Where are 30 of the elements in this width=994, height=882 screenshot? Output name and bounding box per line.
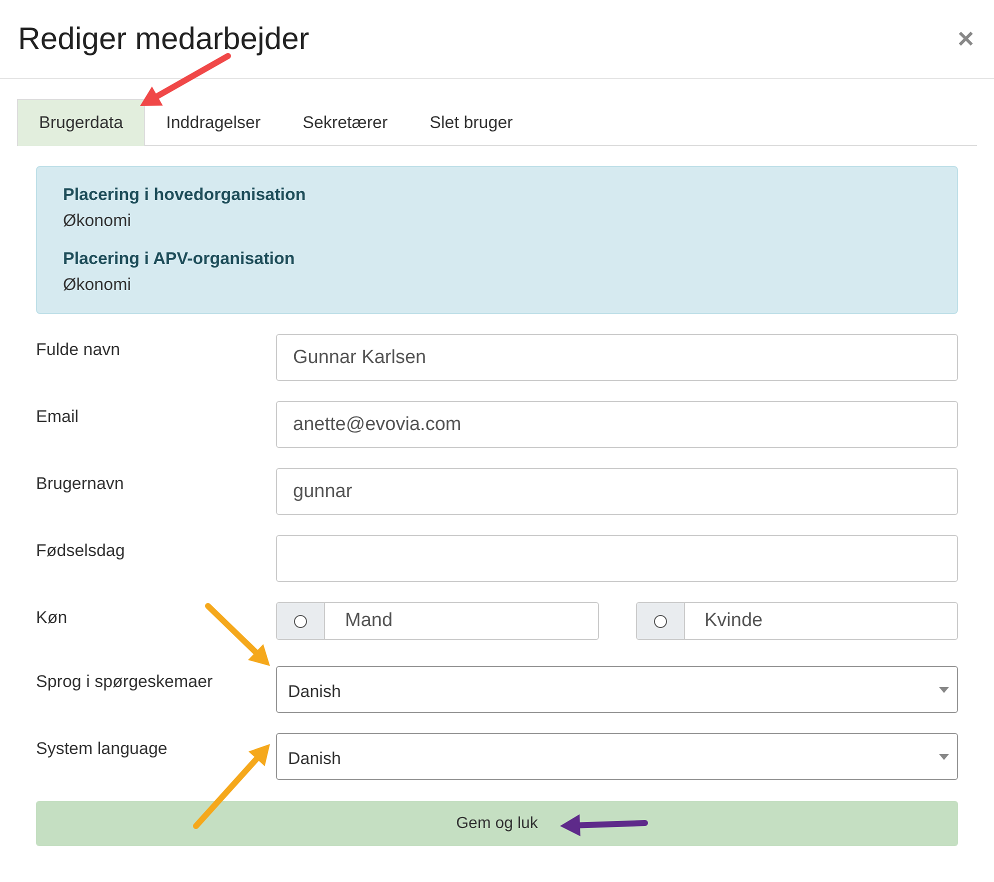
radio-button[interactable] [277, 603, 325, 639]
radio-button[interactable] [636, 603, 684, 639]
input-field[interactable]: gunnar [276, 468, 958, 515]
radio-label: Kvinde [704, 608, 764, 633]
field-label: Sprog i spørgeskemaer [36, 671, 214, 693]
tab[interactable]: Sekretærer [282, 99, 409, 146]
field-label: Email [36, 406, 80, 428]
caret-icon [939, 754, 949, 760]
input-field[interactable]: Gunnar Karlsen [276, 334, 958, 381]
field-label: Fødselsdag [36, 540, 126, 562]
input-field[interactable]: anette@evovia.com [276, 401, 958, 448]
radio-label: Mand [344, 608, 394, 633]
field-label: Brugernavn [36, 473, 125, 495]
save-button[interactable]: Gem og luk [36, 801, 958, 846]
field-label: Fulde navn [36, 339, 122, 361]
close-button[interactable]: × [958, 25, 976, 53]
dialog-title: Rediger medarbejder [18, 20, 310, 58]
select-dropdown[interactable]: Danish [276, 733, 958, 780]
info-value: Økonomi [63, 274, 132, 296]
select-dropdown[interactable]: Danish [276, 666, 958, 713]
info-value: Økonomi [63, 210, 132, 232]
field-label: Køn [36, 607, 68, 629]
field-label: System language [36, 738, 168, 760]
tab[interactable]: Brugerdata [17, 99, 146, 146]
info-heading: Placering i hovedorganisation [63, 184, 306, 206]
caret-icon [939, 686, 949, 692]
tab[interactable]: Inddragelser [145, 99, 282, 146]
input-field[interactable] [276, 535, 958, 582]
info-heading: Placering i APV-organisation [63, 248, 295, 270]
tab[interactable]: Slet bruger [408, 99, 534, 146]
